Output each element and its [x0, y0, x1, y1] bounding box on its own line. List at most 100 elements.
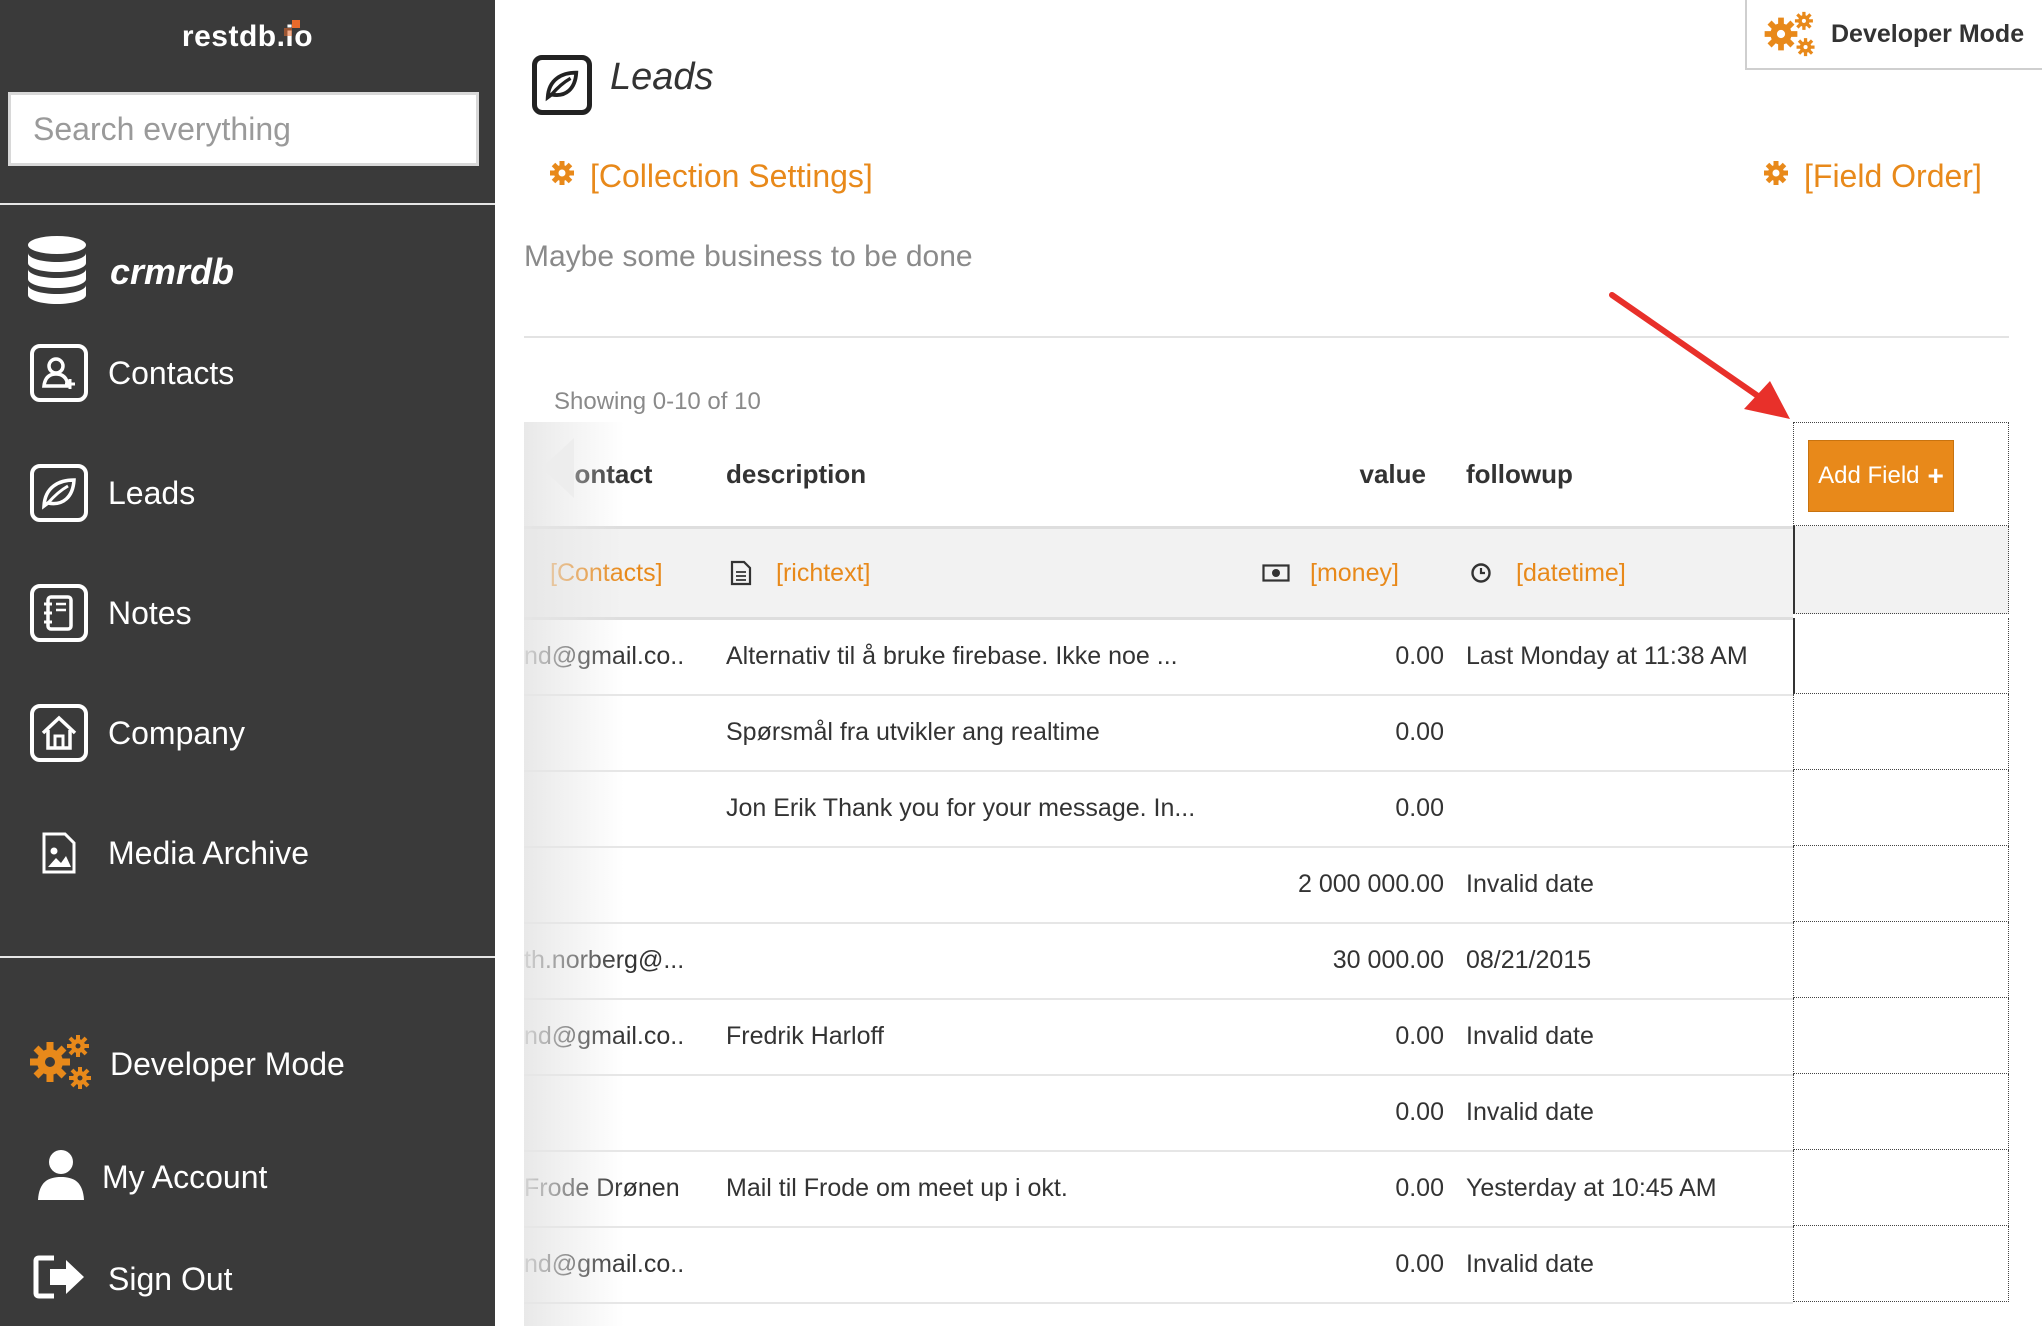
add-field-cell	[1793, 1074, 2009, 1150]
sidebar-my-account[interactable]: My Account	[36, 1144, 267, 1210]
database-header[interactable]: crmrdb	[26, 232, 234, 312]
add-field-cell	[1793, 618, 2009, 694]
cell-followup: Invalid date	[1466, 1249, 1594, 1278]
collection-settings-label: [Collection Settings]	[590, 158, 873, 194]
cell-followup: Last Monday at 11:38 AM	[1466, 641, 1748, 670]
field-type-contact[interactable]: [Contacts]	[550, 529, 663, 617]
cell-value: 0.00	[1395, 793, 1444, 822]
cell-contact: Frode Drønen	[524, 1173, 680, 1202]
sidebar-item-label: Notes	[108, 594, 192, 631]
sidebar-item-label: Company	[108, 714, 245, 751]
brand-logo[interactable]: restdb.io	[0, 20, 495, 54]
add-field-cell	[1793, 1226, 2009, 1302]
cell-contact: nd@gmail.co...	[524, 641, 684, 670]
database-icon	[26, 235, 88, 310]
field-types-row: [Contacts] [richtext] [money] [datetime]	[524, 526, 1793, 620]
cell-followup: Invalid date	[1466, 869, 1594, 898]
database-name: crmrdb	[110, 251, 235, 292]
table-row[interactable]: nd@gmail.co... 0.00 Invalid date	[524, 1226, 1793, 1304]
add-field-button[interactable]: Add Field +	[1808, 440, 1954, 512]
sidebar-item-company[interactable]: Company	[30, 700, 245, 766]
cell-value: 2 000 000.00	[1298, 869, 1444, 898]
image-file-icon	[30, 824, 88, 882]
collection-settings-link[interactable]: [Collection Settings]	[548, 158, 873, 195]
sidebar-item-label: Media Archive	[108, 834, 309, 871]
add-field-cell	[1793, 770, 2009, 846]
cell-contact	[524, 770, 684, 846]
table-row[interactable]: Jon Erik Thank you for your message. In.…	[524, 770, 1793, 848]
document-icon	[730, 529, 752, 617]
cell-description: Mail til Frode om meet up i okt.	[726, 1173, 1068, 1202]
column-header-description[interactable]: description	[726, 422, 866, 526]
table-row[interactable]: Frode Drønen Mail til Frode om meet up i …	[524, 1150, 1793, 1228]
developer-mode-label: Developer Mode	[110, 1046, 345, 1082]
cell-contact	[524, 1074, 684, 1150]
add-field-cell	[1793, 694, 2009, 770]
add-field-cell	[1793, 526, 2009, 614]
sidebar-sign-out[interactable]: Sign Out	[32, 1246, 233, 1312]
field-type-value[interactable]: [money]	[1310, 529, 1399, 617]
cell-value: 0.00	[1395, 1021, 1444, 1050]
cell-value: 0.00	[1395, 1173, 1444, 1202]
page-title: Leads	[610, 56, 714, 98]
cell-contact: th.norberg@...	[524, 945, 684, 974]
add-field-cell	[1793, 846, 2009, 922]
sidebar-item-label: Leads	[108, 474, 196, 511]
field-type-followup[interactable]: [datetime]	[1516, 529, 1626, 617]
field-order-label: [Field Order]	[1804, 158, 1982, 194]
column-header-value[interactable]: value	[1326, 422, 1427, 526]
sidebar-item-notes[interactable]: Notes	[30, 580, 192, 646]
contacts-icon	[30, 344, 88, 402]
sidebar: restdb.io crmrdb Contacts	[0, 0, 495, 1326]
sign-out-icon	[32, 1253, 88, 1306]
clock-icon	[1470, 529, 1492, 617]
leaf-icon	[30, 464, 88, 522]
search-input[interactable]	[8, 92, 479, 166]
sidebar-developer-mode[interactable]: Developer Mode	[28, 1032, 345, 1097]
add-field-label: Add Field	[1818, 462, 1920, 489]
money-icon	[1262, 529, 1290, 617]
sidebar-item-media-archive[interactable]: Media Archive	[30, 820, 309, 886]
cell-description: Spørsmål fra utvikler ang realtime	[726, 717, 1100, 746]
cell-value: 0.00	[1395, 641, 1444, 670]
add-field-cell	[1793, 998, 2009, 1074]
cell-contact	[524, 694, 684, 770]
table-row[interactable]: nd@gmail.co... Alternativ til å bruke fir…	[524, 618, 1793, 696]
sidebar-item-label: Contacts	[108, 354, 235, 391]
pagination-summary: Showing 0-10 of 10	[554, 388, 761, 415]
cell-contact: nd@gmail.co...	[524, 1021, 684, 1050]
data-table: contact description value followup [Cont…	[524, 422, 2009, 1326]
column-header-followup[interactable]: followup	[1466, 422, 1573, 526]
sidebar-item-leads[interactable]: Leads	[30, 460, 195, 526]
cell-description: Fredrik Harloff	[726, 1021, 884, 1050]
gear-icon	[1762, 158, 1790, 195]
cell-value: 30 000.00	[1332, 945, 1444, 974]
sidebar-item-contacts[interactable]: Contacts	[30, 340, 234, 406]
annotation-arrow-icon	[1609, 292, 1790, 419]
sidebar-divider	[0, 956, 495, 958]
table-row[interactable]: 0.00 Invalid date	[524, 1074, 1793, 1152]
gears-icon	[28, 1032, 94, 1097]
developer-mode-button-label: Developer Mode	[1831, 19, 2025, 48]
table-row[interactable]: th.norberg@... 30 000.00 08/21/2015	[524, 922, 1793, 1000]
brand-dots-icon	[284, 20, 302, 38]
arrow-left-icon[interactable]	[542, 438, 574, 498]
table-row[interactable]: Spørsmål fra utvikler ang realtime 0.00	[524, 694, 1793, 772]
table-row[interactable]: nd@gmail.co... Fredrik Harloff 0.00 Invalid…	[524, 998, 1793, 1076]
developer-mode-button[interactable]: Developer Mode	[1745, 0, 2042, 70]
leaf-icon	[532, 55, 592, 115]
notebook-icon	[30, 584, 88, 642]
field-order-link[interactable]: [Field Order]	[1762, 158, 1982, 195]
cell-value: 0.00	[1395, 1097, 1444, 1126]
collection-description: Maybe some business to be done	[524, 240, 973, 273]
user-icon	[36, 1148, 86, 1207]
cell-description: Jon Erik Thank you for your message. In.…	[726, 793, 1196, 822]
gears-icon	[1763, 9, 1817, 59]
add-field-cell	[1793, 922, 2009, 998]
plus-icon: +	[1927, 460, 1944, 491]
field-type-description[interactable]: [richtext]	[776, 529, 870, 617]
cell-followup: Yesterday at 10:45 AM	[1466, 1173, 1717, 1202]
cell-contact	[524, 846, 684, 922]
table-row[interactable]: 2 000 000.00 Invalid date	[524, 846, 1793, 924]
cell-value: 0.00	[1395, 1249, 1444, 1278]
